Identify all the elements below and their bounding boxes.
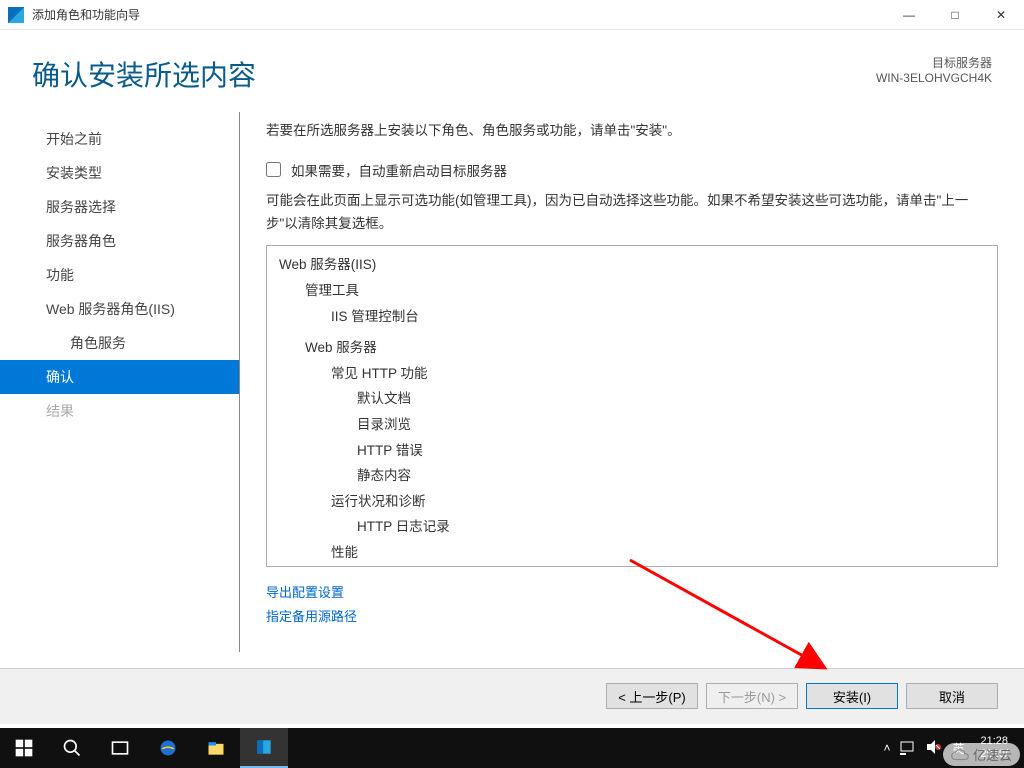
tree-item: 静态内容压缩 [275,566,997,568]
volume-icon[interactable] [926,739,942,758]
main-panel: 若要在所选服务器上安装以下角色、角色服务或功能，请单击"安装"。 如果需要，自动… [240,112,1024,652]
tree-item: Web 服务器 [275,335,997,361]
auto-restart-checkbox[interactable] [266,162,281,177]
minimize-button[interactable]: — [886,0,932,30]
start-button[interactable] [0,728,48,768]
export-config-link[interactable]: 导出配置设置 [266,581,998,604]
content: 开始之前 安装类型 服务器选择 服务器角色 功能 Web 服务器角色(IIS) … [0,112,1024,652]
cloud-icon [951,748,969,762]
links: 导出配置设置 指定备用源路径 [266,581,998,628]
app-icon [8,7,24,23]
tree-item: 静态内容 [275,463,997,489]
auto-restart-row: 如果需要，自动重新启动目标服务器 [266,160,998,180]
ie-icon[interactable] [144,728,192,768]
taskbar: ˄ 英 21:28 2019/ [0,728,1024,768]
page-title: 确认安装所选内容 [32,54,256,94]
search-icon[interactable] [48,728,96,768]
alt-source-link[interactable]: 指定备用源路径 [266,605,998,628]
auto-restart-label: 如果需要，自动重新启动目标服务器 [291,160,507,180]
intro-text: 若要在所选服务器上安装以下角色、角色服务或功能，请单击"安装"。 [266,120,998,142]
next-button: 下一步(N) > [706,683,798,709]
tree-item: 默认文档 [275,386,997,412]
watermark: 亿速云 [943,743,1020,766]
footer-buttons: < 上一步(P) 下一步(N) > 安装(I) 取消 [0,668,1024,724]
tray-chevron-icon[interactable]: ˄ [883,741,890,755]
tree-item: 目录浏览 [275,412,997,438]
tree-item: 管理工具 [275,278,997,304]
explorer-icon[interactable] [192,728,240,768]
network-icon[interactable] [900,739,916,758]
tree-item: 常见 HTTP 功能 [275,361,997,387]
taskbar-spacer [288,728,873,768]
server-manager-icon[interactable] [240,728,288,768]
window-title: 添加角色和功能向导 [32,6,886,23]
nav-sidebar: 开始之前 安装类型 服务器选择 服务器角色 功能 Web 服务器角色(IIS) … [0,112,240,652]
nav-server-roles[interactable]: 服务器角色 [0,224,239,258]
nav-role-services[interactable]: 角色服务 [0,326,239,360]
watermark-text: 亿速云 [973,745,1012,764]
cancel-button[interactable]: 取消 [906,683,998,709]
tree-item: IIS 管理控制台 [275,304,997,330]
nav-confirmation[interactable]: 确认 [0,360,239,394]
target-info: 目标服务器 WIN-3ELOHVGCH4K [876,54,992,85]
target-label: 目标服务器 [876,54,992,71]
header: 确认安装所选内容 目标服务器 WIN-3ELOHVGCH4K [0,30,1024,112]
nav-server-selection[interactable]: 服务器选择 [0,190,239,224]
nav-results: 结果 [0,394,239,428]
nav-iis-role[interactable]: Web 服务器角色(IIS) [0,292,239,326]
selection-tree[interactable]: Web 服务器(IIS) 管理工具 IIS 管理控制台 Web 服务器 常见 H… [266,245,998,567]
tree-item: 运行状况和诊断 [275,489,997,515]
tree-item: 性能 [275,540,997,566]
close-button[interactable]: ✕ [978,0,1024,30]
optional-note: 可能会在此页面上显示可选功能(如管理工具)，因为已自动选择这些功能。如果不希望安… [266,190,998,236]
target-name: WIN-3ELOHVGCH4K [876,71,992,85]
window-controls: — □ ✕ [886,0,1024,30]
install-button[interactable]: 安装(I) [806,683,898,709]
nav-features[interactable]: 功能 [0,258,239,292]
tree-item: HTTP 日志记录 [275,514,997,540]
task-view-icon[interactable] [96,728,144,768]
previous-button[interactable]: < 上一步(P) [606,683,698,709]
nav-before-you-begin[interactable]: 开始之前 [0,122,239,156]
titlebar: 添加角色和功能向导 — □ ✕ [0,0,1024,30]
tree-item: Web 服务器(IIS) [275,252,997,278]
maximize-button[interactable]: □ [932,0,978,30]
tree-item: HTTP 错误 [275,438,997,464]
nav-install-type[interactable]: 安装类型 [0,156,239,190]
